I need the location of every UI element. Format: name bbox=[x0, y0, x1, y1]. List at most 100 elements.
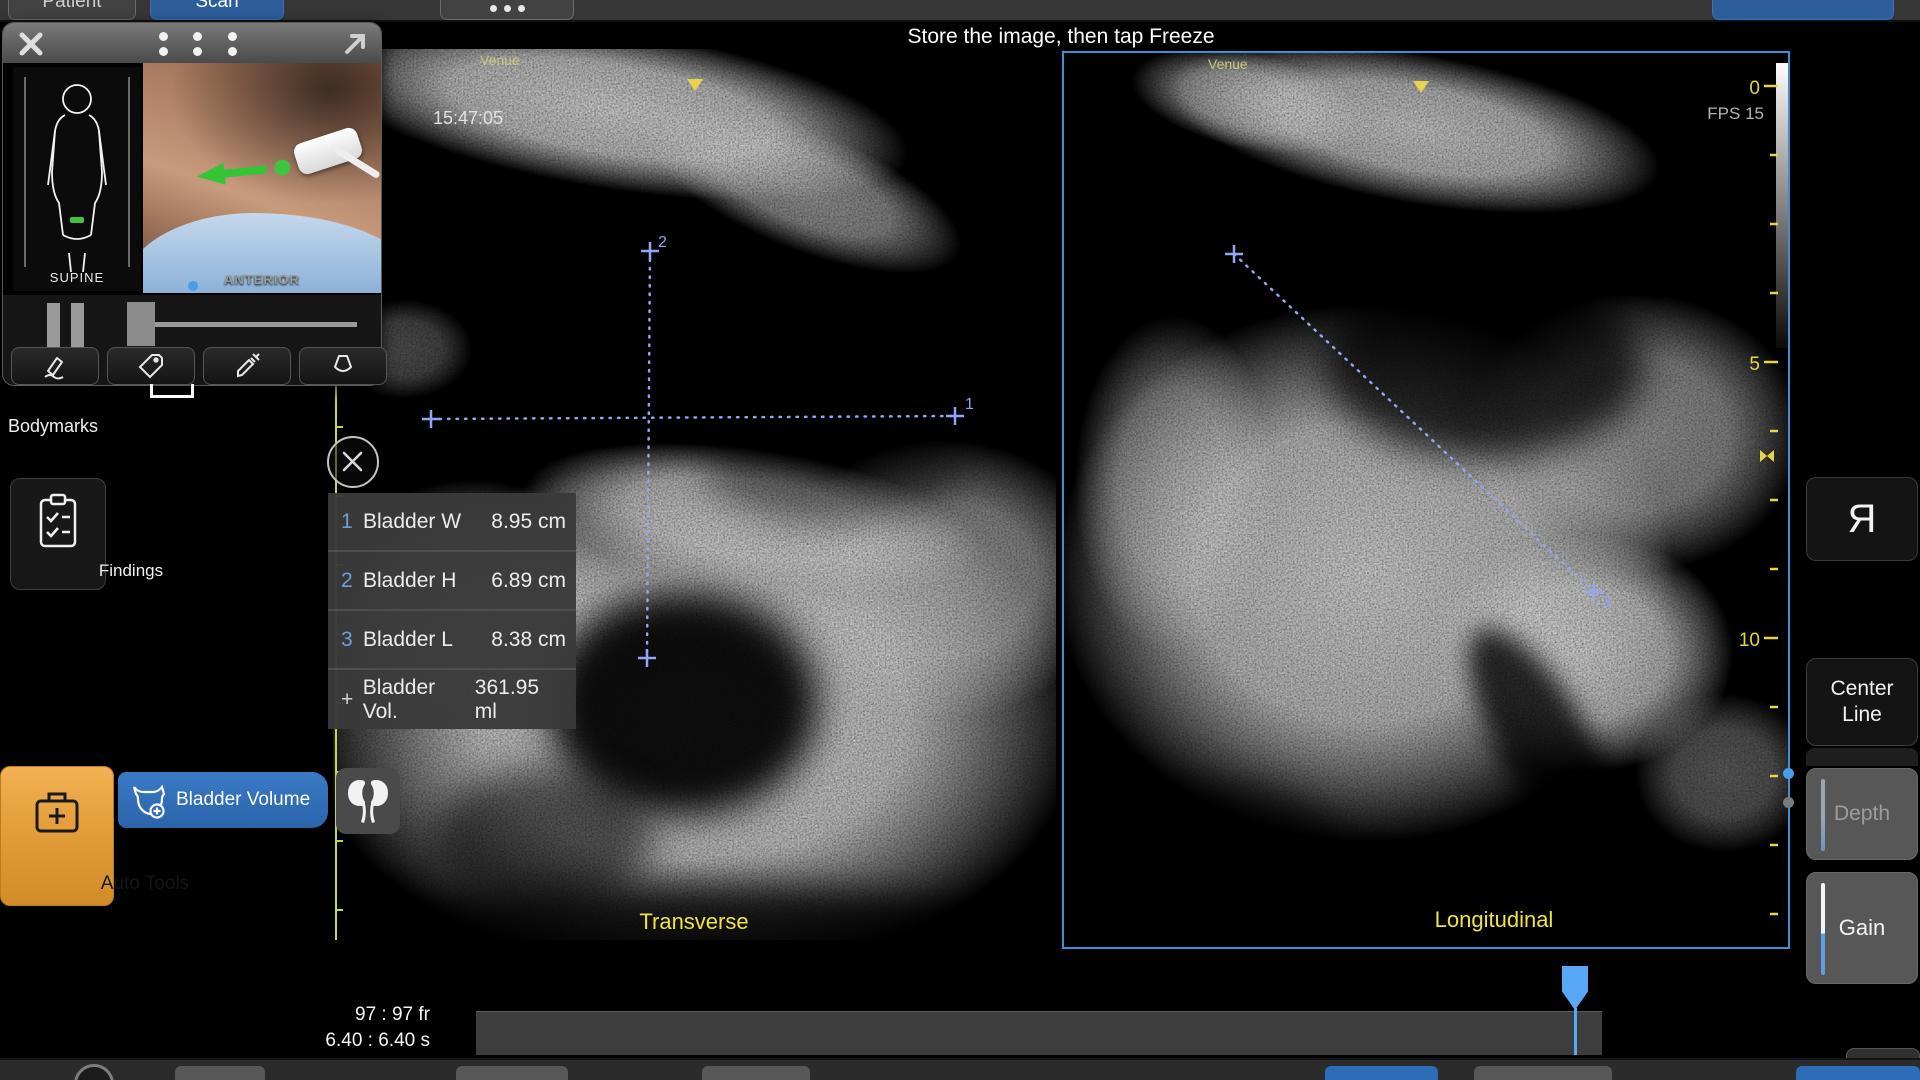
flip-label: Я bbox=[1848, 497, 1877, 542]
gain-label: Gain bbox=[1839, 915, 1885, 941]
view-label: Longitudinal bbox=[1435, 907, 1554, 932]
measurement-value: 8.95 cm bbox=[491, 510, 566, 534]
pen-button[interactable] bbox=[11, 347, 99, 385]
syringe-icon bbox=[232, 351, 262, 381]
settings-gear-button[interactable] bbox=[74, 1064, 114, 1080]
measurement-name: Bladder W bbox=[363, 510, 461, 534]
kidneys-icon bbox=[342, 774, 394, 828]
supine-figure-icon bbox=[13, 67, 141, 291]
hidden-control-edge bbox=[1806, 748, 1918, 766]
top-bar: Patient Scan bbox=[0, 0, 1920, 22]
kidneys-button[interactable] bbox=[336, 768, 400, 834]
timeline-playhead-line bbox=[1574, 1008, 1577, 1055]
clipboard-icon bbox=[32, 491, 84, 551]
panel-drag-handle[interactable] bbox=[153, 32, 243, 56]
fps-label: FPS 15 bbox=[1707, 104, 1764, 123]
depth-tick-10: 10 bbox=[1739, 630, 1760, 651]
bodymarks-button[interactable]: Bodymarks bbox=[8, 416, 98, 437]
clip-slider-track[interactable] bbox=[153, 322, 357, 327]
partial-button[interactable] bbox=[702, 1066, 810, 1080]
scan-label: Scan bbox=[195, 0, 238, 12]
partial-button[interactable] bbox=[1325, 1066, 1438, 1080]
depth-tick-5: 5 bbox=[1749, 354, 1760, 375]
timeline-playhead[interactable] bbox=[1562, 966, 1588, 1010]
supine-label: SUPINE bbox=[13, 270, 141, 285]
measurement-index: 1 bbox=[341, 510, 363, 534]
depth-button[interactable]: Depth bbox=[1806, 768, 1918, 860]
flip-orientation-button[interactable]: Я bbox=[1806, 477, 1918, 561]
auto-tools-button[interactable]: Auto Tools bbox=[0, 766, 114, 906]
center-line-button[interactable]: Center Line bbox=[1806, 658, 1918, 746]
top-right-button[interactable] bbox=[1712, 0, 1894, 20]
page-indicator-dot bbox=[188, 281, 198, 291]
panel-close-button[interactable] bbox=[17, 30, 45, 58]
patient-label: Patient bbox=[42, 0, 101, 12]
pen-icon bbox=[40, 351, 70, 381]
timeline-bar[interactable] bbox=[476, 1011, 1602, 1055]
measurement-index: + bbox=[341, 688, 363, 712]
findings-label: Findings bbox=[84, 561, 178, 581]
expand-icon bbox=[341, 30, 369, 58]
bottom-bar bbox=[0, 1058, 1920, 1080]
depth-label: Depth bbox=[1834, 802, 1890, 826]
panel-expand-button[interactable] bbox=[341, 30, 369, 58]
bladder-icon bbox=[126, 778, 170, 822]
anterior-label: ANTERIOR bbox=[143, 272, 381, 287]
measurement-value: 361.95 ml bbox=[475, 676, 566, 724]
pause-icon bbox=[47, 303, 60, 347]
auto-tools-label: Auto Tools bbox=[89, 873, 201, 895]
pause-button[interactable] bbox=[47, 303, 91, 347]
tag-button[interactable] bbox=[107, 347, 195, 385]
view-border-handle-blue[interactable] bbox=[1783, 768, 1794, 779]
measurement-value: 6.89 cm bbox=[491, 569, 566, 593]
anterior-option[interactable]: ANTERIOR bbox=[143, 63, 381, 293]
scan-button[interactable]: Scan bbox=[150, 0, 284, 20]
view-label: Transverse bbox=[639, 909, 748, 934]
dismiss-measurements-button[interactable] bbox=[327, 436, 379, 488]
supine-option[interactable]: SUPINE bbox=[13, 67, 141, 291]
measurement-name: Bladder Vol. bbox=[363, 676, 475, 724]
partial-button[interactable] bbox=[1796, 1066, 1920, 1080]
close-icon bbox=[17, 30, 45, 58]
venue-watermark: Venue bbox=[480, 52, 520, 68]
partial-button[interactable] bbox=[1474, 1066, 1612, 1080]
time-counter: 6.40 : 6.40 s bbox=[300, 1030, 430, 1052]
measurement-row: 3 Bladder L 8.38 cm bbox=[328, 611, 576, 670]
measurement-value: 8.38 cm bbox=[491, 628, 566, 652]
depth-tick-0: 0 bbox=[1749, 78, 1760, 99]
patient-button[interactable]: Patient bbox=[8, 0, 136, 20]
bodymark-panel: SUPINE ANTERIOR bbox=[2, 22, 382, 386]
bladder-volume-button[interactable]: Bladder Volume bbox=[118, 772, 328, 828]
caliper-label: 3 bbox=[1602, 594, 1611, 611]
tag-icon bbox=[136, 351, 166, 381]
measurement-row: 1 Bladder W 8.95 cm bbox=[328, 493, 576, 552]
gain-button[interactable]: Gain bbox=[1806, 872, 1918, 984]
clip-slider-handle[interactable] bbox=[127, 302, 155, 346]
depth-slider-indicator bbox=[1821, 779, 1825, 851]
bodymark-panel-header[interactable] bbox=[3, 23, 381, 63]
longitudinal-view[interactable]: Venue FPS 15 0 5 10 bbox=[1062, 51, 1790, 949]
more-button[interactable] bbox=[440, 0, 574, 20]
measurement-index: 2 bbox=[341, 569, 363, 593]
more-dots-icon bbox=[441, 0, 573, 12]
caliper-label: 2 bbox=[658, 234, 667, 251]
frame-counter: 97 : 97 fr bbox=[300, 1004, 430, 1026]
bodymarks-icon bbox=[150, 384, 194, 398]
probe-icon bbox=[328, 351, 358, 381]
partial-button[interactable] bbox=[175, 1066, 265, 1080]
measurement-row: + Bladder Vol. 361.95 ml bbox=[328, 670, 576, 729]
findings-button[interactable]: Findings bbox=[10, 478, 106, 590]
ultrasound-app: Patient Scan Store the image, then tap F… bbox=[0, 0, 1920, 1080]
scan-direction-arrow-icon bbox=[193, 148, 326, 201]
close-icon bbox=[329, 438, 376, 485]
injection-button[interactable] bbox=[203, 347, 291, 385]
view-border-handle-grey[interactable] bbox=[1783, 797, 1794, 808]
measurement-index: 3 bbox=[341, 628, 363, 652]
medkit-icon bbox=[25, 781, 89, 845]
probe-button[interactable] bbox=[299, 347, 387, 385]
center-line-label: Center Line bbox=[1827, 676, 1897, 728]
partial-button[interactable] bbox=[456, 1066, 568, 1080]
measurement-panel: 1 Bladder W 8.95 cm 2 Bladder H 6.89 cm … bbox=[328, 493, 576, 729]
measurement-row: 2 Bladder H 6.89 cm bbox=[328, 552, 576, 611]
caliper-label: 1 bbox=[965, 396, 974, 413]
